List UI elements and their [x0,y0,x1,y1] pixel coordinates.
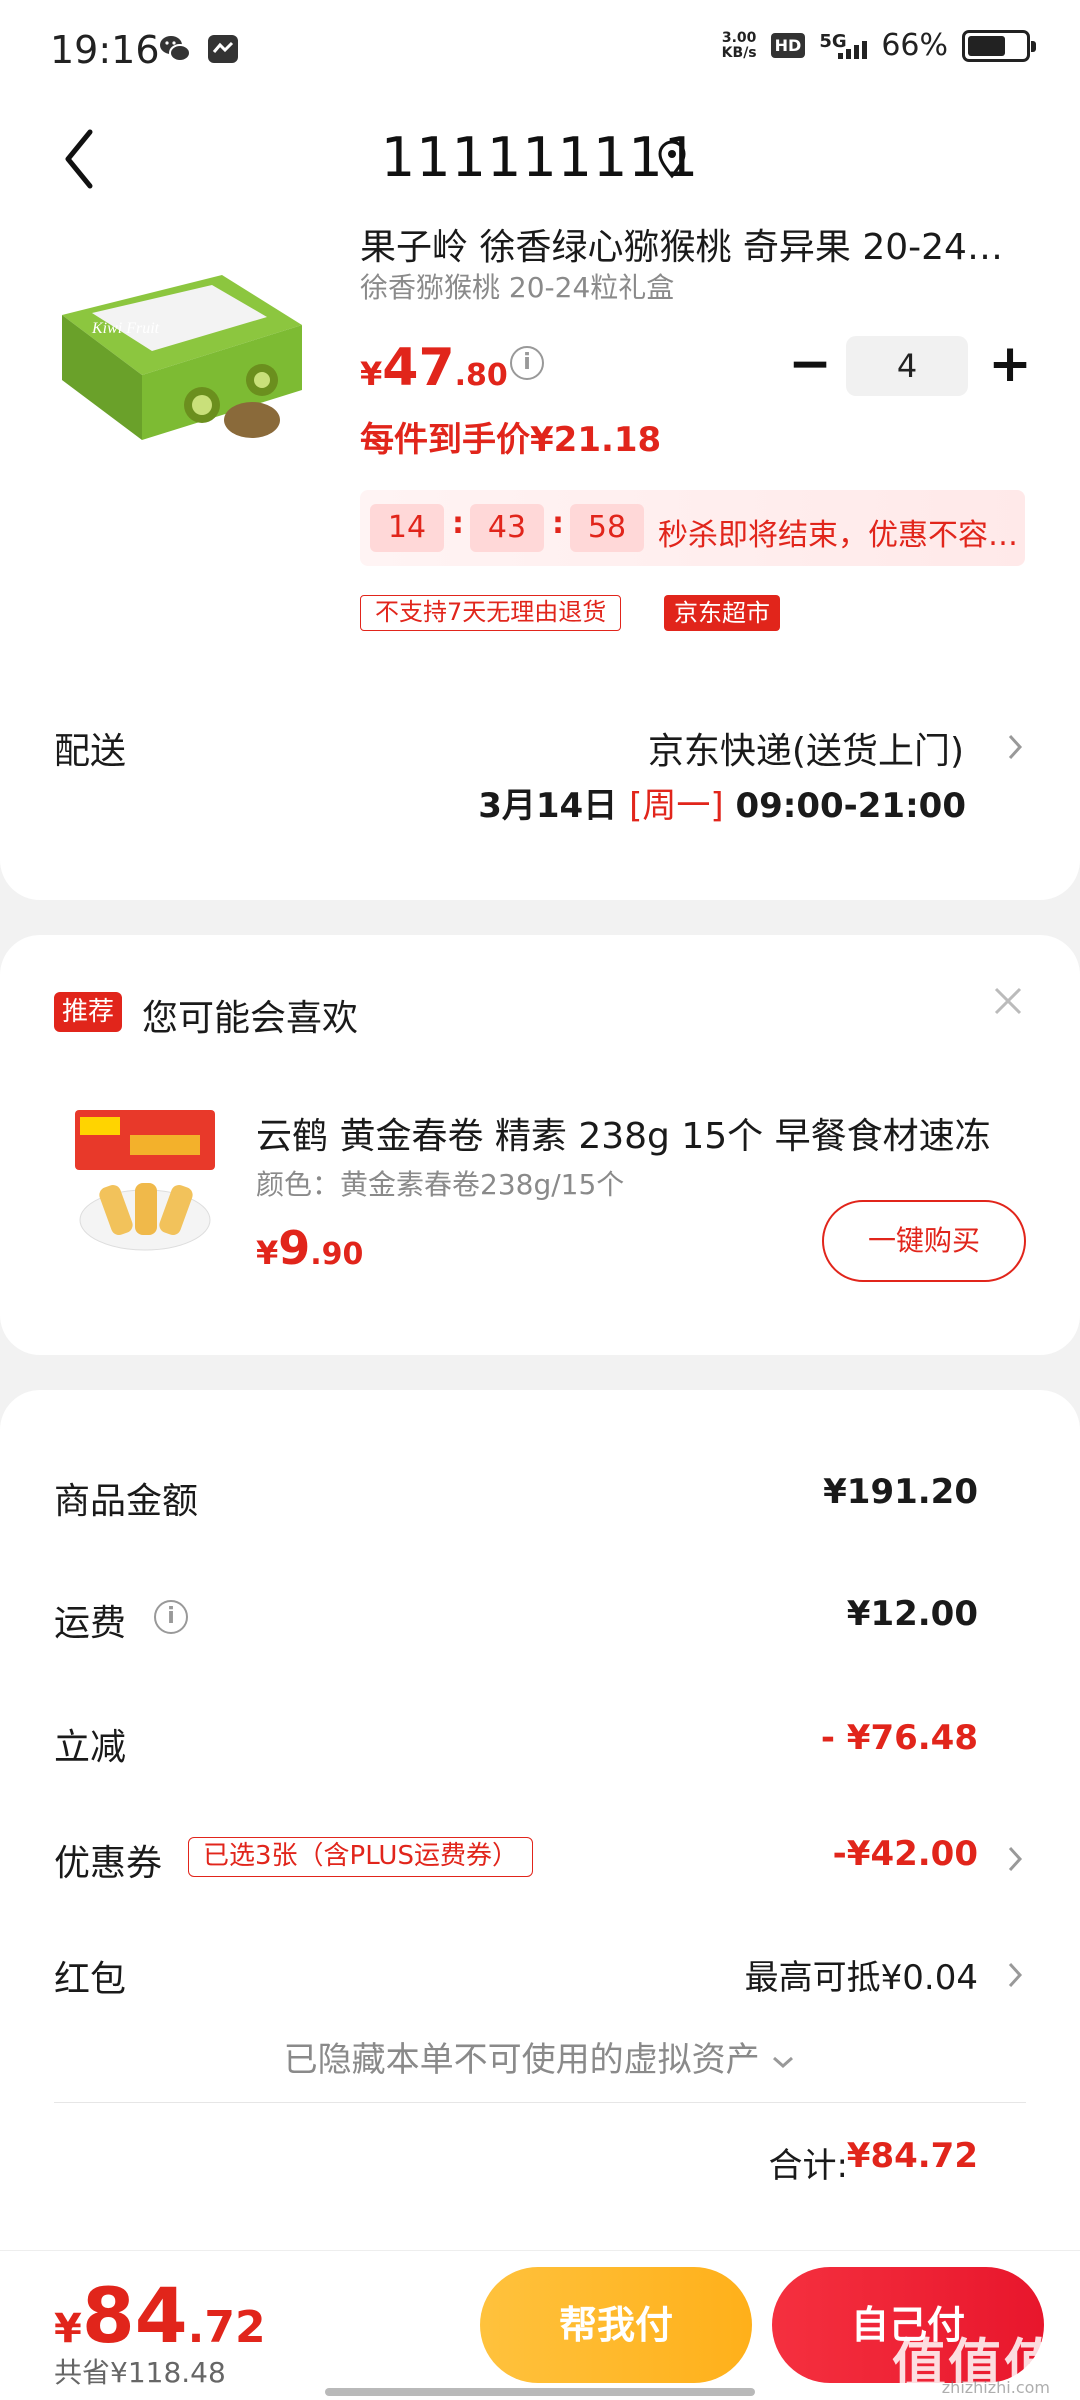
order-item-card: Kiwi Fruit 果子岭 徐香绿心猕猴桃 奇异果 20-24粒礼盒 徐香猕猴… [0,200,1080,900]
chevron-down-icon [773,2056,794,2068]
countdown-hours: 14 [370,504,444,552]
jd-supermarket-tag: 京东超市 [664,595,780,631]
recommend-product-name[interactable]: 云鹤 黄金春卷 精素 238g 15个 早餐食材速冻 [256,1107,1016,1159]
per-item-price: 每件到手价¥21.18 [360,420,662,460]
watermark-url: zhizhizhi.com [941,2378,1050,2397]
help-me-pay-button[interactable]: 帮我付 [480,2267,752,2383]
delivery-label: 配送 [54,731,127,772]
price-info-icon[interactable]: i [510,346,544,380]
recommend-product-image[interactable] [70,1105,220,1255]
hidden-assets-toggle[interactable]: 已隐藏本单不可使用的虚拟资产 [0,2032,1080,2081]
chevron-right-icon[interactable] [1004,730,1026,764]
recommend-product-spec: 颜色：黄金素春卷238g/15个 [256,1168,625,1201]
battery-icon [962,29,1036,62]
payable-amount: ¥84.72 [54,2271,266,2360]
product-spec: 徐香猕猴桃 20-24粒礼盒 [360,271,675,304]
coupon-selected-tag[interactable]: 已选3张（含PLUS运费券） [188,1837,533,1877]
goods-amount-value: ¥191.20 [823,1472,978,1512]
product-title[interactable]: 果子岭 徐香绿心猕猴桃 奇异果 20-24粒礼盒 [360,218,1020,270]
decrease-button[interactable]: − [780,336,840,396]
coupon-value[interactable]: -¥42.00 [833,1834,978,1874]
instant-discount-label: 立减 [54,1727,127,1768]
shipping-fee-label: 运费 [54,1603,127,1644]
svg-text:Kiwi Fruit: Kiwi Fruit [91,320,160,337]
total-value: ¥84.72 [846,2136,978,2176]
recommend-product-price: ¥9.90 [256,1221,364,1275]
chevron-right-icon[interactable] [1004,1842,1026,1876]
close-icon[interactable] [992,985,1024,1017]
countdown-minutes: 43 [470,504,544,552]
status-bar: 19:16 3.00 KB/s HD 5G 66% [0,0,1080,100]
location-icon[interactable] [654,140,690,180]
status-time: 19:16 [50,28,160,72]
hd-badge: HD [770,33,806,58]
flash-sale-banner: 14 : 43 : 58 秒杀即将结束，优惠不容错过 [360,490,1025,566]
home-indicator[interactable] [325,2388,755,2396]
coupon-label[interactable]: 优惠券 [54,1834,162,1886]
total-label: 合计: [768,2146,848,2186]
chevron-right-icon[interactable] [1004,1958,1026,1992]
price-summary-card: 商品金额 ¥191.20 运费 i ¥12.00 立减 - ¥76.48 优惠券… [0,1390,1080,2250]
delivery-time[interactable]: 3月14日 [周一] 09:00-21:00 [478,778,966,827]
countdown-seconds: 58 [570,504,644,552]
red-packet-value[interactable]: 最高可抵¥0.04 [745,1950,978,1999]
address-title[interactable]: 111111111 [0,126,1080,189]
battery-percent: 66% [881,28,948,63]
red-packet-label[interactable]: 红包 [54,1950,126,2002]
increase-button[interactable]: + [980,336,1040,396]
header-bar: 111111111 [0,100,1080,220]
recommend-title: 您可能会喜欢 [142,998,359,1039]
no-return-tag: 不支持7天无理由退货 [360,595,622,631]
total-saved: 共省¥118.48 [54,2356,226,2389]
instant-discount-value: - ¥76.48 [820,1718,978,1758]
net-speed: 3.00 KB/s [721,29,757,61]
wechat-icon [160,36,191,62]
shipping-info-icon[interactable]: i [154,1600,188,1634]
quantity-stepper: − 4 + [780,336,1040,396]
quantity-value[interactable]: 4 [846,336,968,396]
flash-sale-message: 秒杀即将结束，优惠不容错过 [658,518,1018,553]
goods-amount-label: 商品金额 [54,1481,199,1522]
signal-icon: 5G [819,31,868,61]
recommend-card: 推荐 您可能会喜欢 云鹤 黄金春卷 精素 238g 15个 早餐食材速冻 颜色：… [0,935,1080,1355]
message-icon [208,35,238,63]
shipping-fee-value: ¥12.00 [846,1594,978,1634]
recommend-badge: 推荐 [54,992,123,1032]
product-image[interactable]: Kiwi Fruit [52,255,312,445]
divider [54,2102,1026,2103]
delivery-method[interactable]: 京东快递(送货上门) [648,722,964,774]
one-click-buy-button[interactable]: 一键购买 [822,1200,1026,1282]
product-price: ¥47.80 [360,338,508,398]
